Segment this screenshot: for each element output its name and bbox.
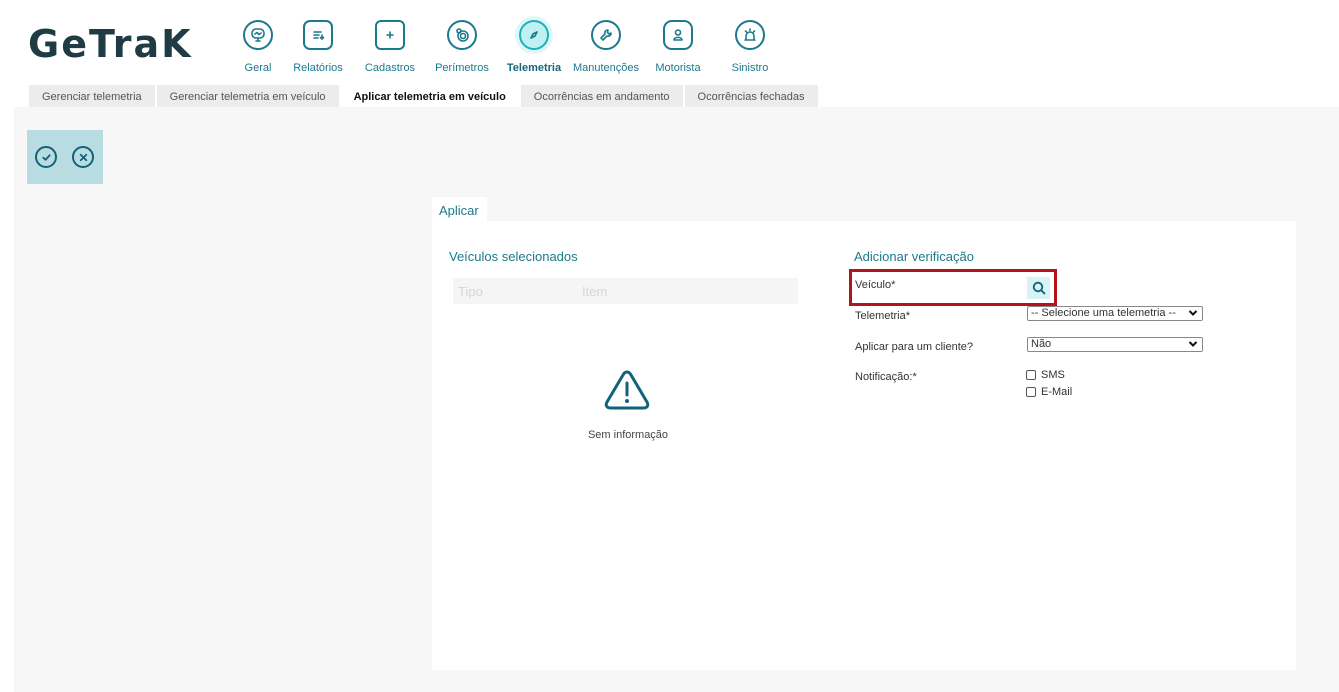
email-label: E-Mail (1041, 386, 1073, 398)
chevron-down-icon (1188, 310, 1198, 316)
sms-checkbox[interactable] (1026, 370, 1036, 380)
cliente-select[interactable]: Não (1027, 337, 1203, 352)
wrench-icon (600, 29, 612, 41)
tab-ocorrencias-andamento[interactable]: Ocorrências em andamento (520, 85, 683, 107)
cliente-select-value: Não (1031, 338, 1052, 350)
column-header-tipo: Tipo (458, 284, 483, 299)
folder-plus-icon (386, 31, 394, 39)
tab-aplicar-telemetria-veiculo[interactable]: Aplicar telemetria em veículo (340, 85, 519, 107)
alarm-siren-icon (744, 28, 756, 41)
chevron-down-icon (1188, 341, 1198, 347)
option-sms[interactable]: SMS (1026, 369, 1065, 381)
monitor-chart-icon (251, 28, 265, 42)
tab-gerenciar-telemetria-veiculo[interactable]: Gerenciar telemetria em veículo (156, 85, 339, 107)
nav-label: Relatórios (293, 62, 343, 74)
tab-bar: Gerenciar telemetria Gerenciar telemetri… (29, 85, 820, 107)
nav-label: Sinistro (731, 62, 769, 74)
option-email[interactable]: E-Mail (1026, 386, 1072, 398)
notificacao-label: Notificação:* (855, 371, 917, 383)
report-list-icon (313, 31, 325, 40)
nav-label: Manutenções (572, 62, 640, 74)
target-perimeter-icon (456, 28, 469, 42)
column-header-item: Item (582, 284, 608, 299)
nav-item-perimetros[interactable]: Perímetros (426, 18, 498, 74)
nav-label: Perímetros (435, 62, 489, 74)
tab-ocorrencias-fechadas[interactable]: Ocorrências fechadas (684, 85, 818, 107)
nav-item-sinistro[interactable]: Sinistro (714, 18, 786, 74)
cancel-button[interactable] (72, 146, 94, 168)
veiculos-selecionados-title: Veículos selecionados (449, 249, 578, 264)
tab-aplicar[interactable]: Aplicar (432, 197, 487, 221)
telemetria-select[interactable]: -- Selecione uma telemetria -- (1027, 306, 1203, 321)
telemetria-select-value: -- Selecione uma telemetria -- (1031, 307, 1176, 319)
app-logo: GeTraK (28, 22, 193, 66)
search-icon (1032, 281, 1045, 295)
close-circle-icon (79, 153, 87, 161)
telemetria-label: Telemetria* (855, 310, 911, 322)
sms-label: SMS (1041, 369, 1065, 381)
veiculo-label: Veículo* (855, 279, 896, 291)
nav-label: Cadastros (364, 62, 416, 74)
nav-item-motorista[interactable]: Motorista (642, 18, 714, 74)
nav-item-manutencoes[interactable]: Manutenções (570, 18, 642, 74)
confirm-button[interactable] (35, 146, 57, 168)
aplicar-panel: Veículos selecionados Tipo Item Sem info… (432, 221, 1296, 670)
content-area: Aplicar Veículos selecionados Tipo Item … (14, 107, 1339, 692)
nav-item-cadastros[interactable]: Cadastros (354, 18, 426, 74)
veiculo-search-button[interactable] (1027, 277, 1050, 299)
driver-icon (673, 29, 683, 41)
table-header: Tipo Item (453, 278, 798, 304)
check-circle-icon (41, 153, 51, 161)
nav-item-telemetria[interactable]: Telemetria (498, 18, 570, 74)
empty-state-text: Sem informação (587, 429, 669, 441)
nav-label: Telemetria (506, 62, 562, 74)
tab-gerenciar-telemetria[interactable]: Gerenciar telemetria (29, 85, 155, 107)
adicionar-verificacao-title: Adicionar verificação (854, 249, 974, 264)
action-bar (27, 130, 103, 184)
nav-item-relatorios[interactable]: Relatórios (282, 18, 354, 74)
cliente-label: Aplicar para um cliente? (855, 341, 974, 353)
nav-label: Motorista (655, 62, 701, 74)
compass-icon (530, 31, 538, 39)
email-checkbox[interactable] (1026, 387, 1036, 397)
warning-triangle-icon (604, 370, 650, 410)
